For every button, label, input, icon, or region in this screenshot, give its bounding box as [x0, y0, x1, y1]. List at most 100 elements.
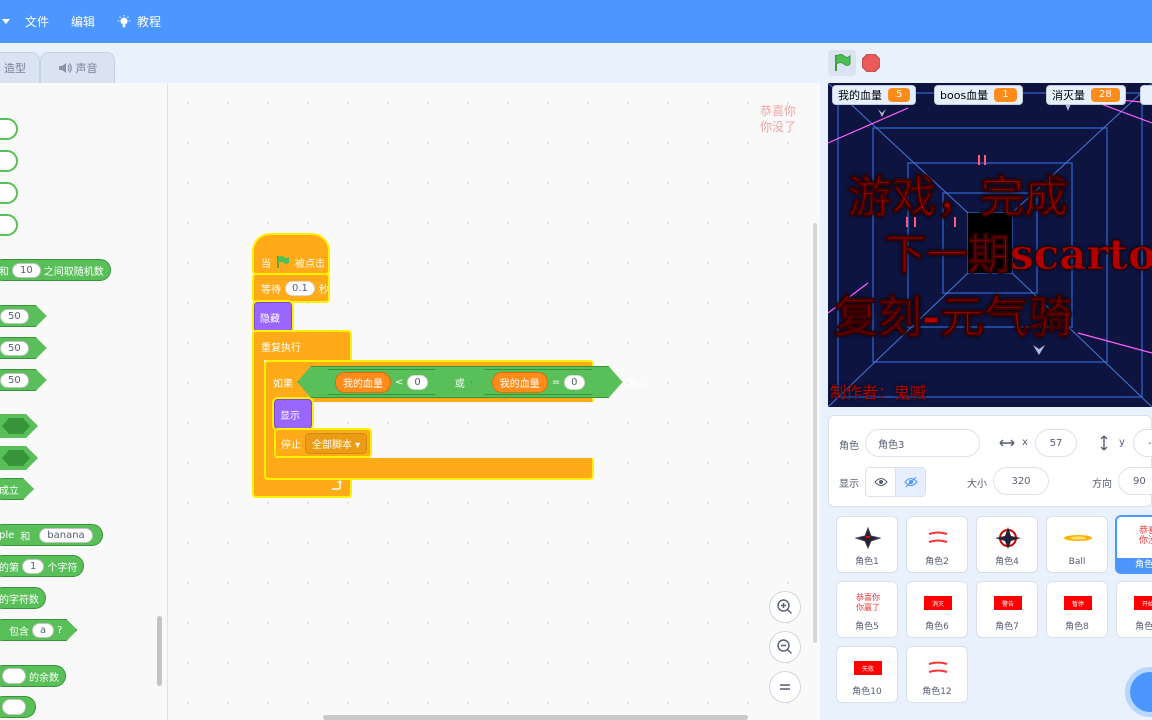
operator-length-block[interactable]: 的字符数: [0, 587, 46, 609]
var-my-hp[interactable]: 我的血量: [335, 372, 391, 393]
sprite-card[interactable]: 角色2: [906, 516, 968, 573]
sprite-card[interactable]: 警告 角色7: [976, 581, 1038, 638]
operator-add-block[interactable]: [0, 118, 18, 140]
eq-operator[interactable]: 我的血量 = 0: [471, 369, 606, 395]
sprite-thumb-text: 消灭: [924, 596, 952, 610]
lt-input[interactable]: 0: [407, 375, 427, 390]
operator-join-block[interactable]: ple 和 banana: [0, 524, 103, 546]
wait-input[interactable]: 0.1: [285, 280, 315, 296]
random-to-input[interactable]: 10: [12, 262, 41, 278]
stage[interactable]: 我的血量 5 boos血量 1 消灭量 28 游戏，完成 下一期scarto 复…: [828, 83, 1152, 407]
round-input[interactable]: [2, 699, 26, 715]
sprite-card[interactable]: 角色12: [906, 646, 968, 703]
sprite-thumb: 恭喜你 你赢了: [849, 590, 887, 616]
zoom-in-button[interactable]: [769, 591, 801, 623]
palette-scrollbar[interactable]: [157, 616, 162, 686]
zoom-reset-button[interactable]: [769, 671, 801, 703]
monitor-kills-value: 28: [1091, 88, 1120, 102]
monitor-boss-hp-value: 1: [994, 88, 1017, 102]
hide-label: 隐藏: [260, 313, 280, 325]
stop-dropdown[interactable]: 全部脚本 ▾: [305, 432, 368, 454]
operator-lt-block[interactable]: 50: [0, 337, 47, 359]
sprite-card[interactable]: 恭喜你 你赢了 角色5: [836, 581, 898, 638]
sprite-card[interactable]: 角色4: [976, 516, 1038, 573]
gt-input[interactable]: 50: [0, 309, 29, 324]
sprite-thumb: 恭喜 你没: [1129, 523, 1152, 549]
sprite-name: 角色12: [922, 687, 952, 697]
mod-input[interactable]: [2, 668, 26, 684]
sprite-card[interactable]: 角色1: [836, 516, 898, 573]
operator-divide-block[interactable]: [0, 214, 18, 236]
monitor-boss-hp[interactable]: boos血量 1: [934, 85, 1023, 105]
size-value: 320: [1011, 475, 1031, 487]
operator-and-block[interactable]: [0, 414, 38, 438]
sprite-thumb: [849, 525, 887, 551]
eq-input[interactable]: 50: [0, 373, 29, 388]
size-input[interactable]: 320: [993, 467, 1049, 495]
y-input[interactable]: -5: [1133, 429, 1152, 457]
monitor-my-hp[interactable]: 我的血量 5: [832, 85, 917, 105]
operator-letter-of-block[interactable]: 的第 1 个字符: [0, 555, 85, 577]
operator-subtract-block[interactable]: [0, 150, 18, 172]
eq-input[interactable]: 0: [564, 375, 584, 390]
direction-input[interactable]: 90: [1118, 467, 1152, 495]
zoom-in-icon: [777, 599, 792, 614]
y-label: y: [1119, 437, 1125, 448]
wait-block[interactable]: 等待 0.1 秒: [252, 273, 330, 303]
tab-costumes[interactable]: 造型: [0, 52, 40, 83]
zoom-out-button[interactable]: [769, 631, 801, 663]
show-sprite-button[interactable]: [866, 468, 895, 496]
var-my-hp-2[interactable]: 我的血量: [492, 372, 548, 393]
hide-block[interactable]: 隐藏: [254, 302, 292, 332]
stop-icon[interactable]: [862, 54, 880, 72]
if-then-block[interactable]: 如果 我的血量 < 0 或 我的血量 = 0 那么: [264, 360, 647, 480]
hide-sprite-button[interactable]: [895, 468, 925, 496]
sprite-card[interactable]: 暂停 角色8: [1046, 581, 1108, 638]
contains-input[interactable]: a: [32, 623, 54, 638]
or-operator[interactable]: 我的血量 < 0 或 我的血量 = 0: [297, 366, 623, 398]
operator-gt-block[interactable]: 50: [0, 305, 47, 327]
when-flag-clicked-block[interactable]: 当 被点击: [252, 233, 330, 275]
sprite-card[interactable]: Ball: [1046, 516, 1108, 573]
sprite-card-selected[interactable]: 恭喜 你没 角色3: [1115, 515, 1152, 574]
language-menu[interactable]: [0, 0, 14, 43]
menu-file[interactable]: 文件: [14, 0, 60, 43]
menu-edit-label: 编辑: [71, 15, 96, 29]
letter-suffix: 个字符: [47, 562, 78, 574]
size-label: 大小: [967, 479, 987, 490]
operator-round-block[interactable]: [0, 696, 36, 718]
lt-input[interactable]: 50: [0, 341, 29, 356]
letter-num-input[interactable]: 1: [22, 558, 45, 574]
workspace-vscrollbar[interactable]: [813, 223, 817, 643]
join-b-input[interactable]: banana: [39, 527, 93, 543]
operator-mod-block[interactable]: 的余数: [0, 665, 66, 687]
if-label: 如果: [273, 378, 293, 390]
monitor-kills[interactable]: 消灭量 28: [1046, 85, 1126, 105]
x-input[interactable]: 57: [1035, 429, 1077, 457]
menu-edit[interactable]: 编辑: [60, 0, 106, 43]
sprite-list: 角色1 角色2 角色4 Ball 恭喜 你没 角色3 恭喜你 你赢了 角色5 消…: [828, 507, 1152, 720]
operator-or-block[interactable]: [0, 446, 38, 470]
stop-block[interactable]: 停止 全部脚本 ▾: [274, 428, 372, 458]
tab-sounds[interactable]: 声音: [40, 52, 115, 83]
contains-q: ?: [57, 624, 63, 636]
sprite-name: 角色5: [855, 622, 879, 632]
sprite-card[interactable]: 开始 角色9: [1116, 581, 1152, 638]
operator-multiply-block[interactable]: [0, 182, 18, 204]
operator-contains-block[interactable]: 包含 a ?: [0, 619, 77, 641]
x-value: 57: [1049, 437, 1063, 449]
show-block[interactable]: 显示: [274, 399, 312, 429]
operator-equals-block[interactable]: 50: [0, 369, 47, 391]
monitor-partial[interactable]: [1140, 85, 1152, 105]
sprite-name: 角色8: [1065, 622, 1089, 632]
script-area[interactable]: 恭喜你 你没了 当 被点击 等待 0.1 秒 隐藏 重复执行 如果 我的血量 <…: [168, 83, 820, 720]
sprite-card[interactable]: 消灭 角色6: [906, 581, 968, 638]
operator-random-block[interactable]: 和 10 之间取随机数: [0, 259, 111, 281]
workspace-hscrollbar[interactable]: [323, 715, 748, 720]
lt-operator[interactable]: 我的血量 < 0: [314, 369, 449, 395]
sprite-name-input[interactable]: 角色3: [865, 429, 980, 457]
green-flag-button[interactable]: [828, 50, 856, 76]
menu-tutorials[interactable]: 教程: [106, 0, 172, 43]
operator-not-block[interactable]: 成立: [0, 478, 34, 500]
sprite-card[interactable]: 失败 角色10: [836, 646, 898, 703]
